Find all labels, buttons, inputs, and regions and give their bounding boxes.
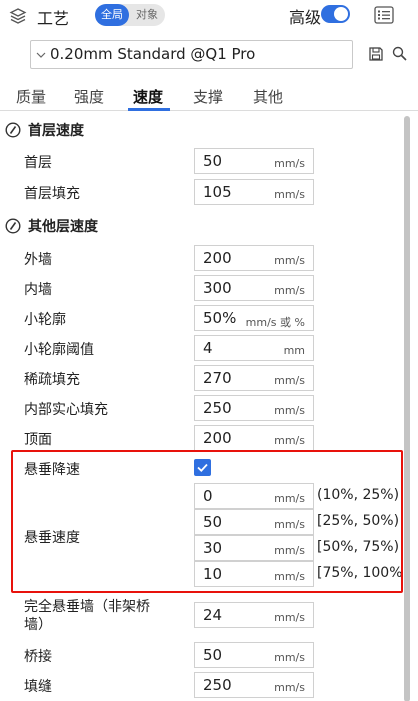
bridge-label: 桥接 <box>24 649 52 665</box>
toggle-knob <box>334 7 348 21</box>
field-unit: mm/s <box>274 404 305 417</box>
field-value: 50 <box>203 152 223 170</box>
field-value: 4 <box>203 339 213 357</box>
field-unit: mm/s <box>274 284 305 297</box>
advanced-label: 高级 <box>289 8 322 27</box>
chevron-down-icon <box>36 52 46 58</box>
gap-fill-speed-input[interactable]: 250 mm/s <box>194 672 314 698</box>
field-value: 300 <box>203 279 232 297</box>
tab-quality[interactable]: 质量 <box>16 86 46 107</box>
field-unit: mm/s <box>274 188 305 201</box>
layers-icon <box>9 8 27 24</box>
first-layer-label: 首层 <box>24 155 52 171</box>
field-unit: mm/s <box>274 651 305 664</box>
full-overhang-wall-speed-input[interactable]: 24 mm/s <box>194 602 314 628</box>
settings-tabs: 质量 强度 速度 支撑 其他 <box>0 80 418 111</box>
field-unit: mm/s <box>274 681 305 694</box>
full-overhang-wall-label: 完全悬垂墙（非架桥 墙） <box>24 598 150 634</box>
outer-wall-label: 外墙 <box>24 252 52 268</box>
sparse-infill-speed-input[interactable]: 270 mm/s <box>194 365 314 391</box>
field-unit: mm <box>283 344 305 357</box>
tab-strength[interactable]: 强度 <box>74 86 104 107</box>
tab-others[interactable]: 其他 <box>253 86 283 107</box>
search-icon[interactable] <box>392 46 407 61</box>
tab-speed[interactable]: 速度 <box>133 86 163 107</box>
panel-title: 工艺 <box>37 9 70 28</box>
field-unit: mm/s <box>274 254 305 267</box>
field-unit: mm/s <box>274 374 305 387</box>
speedometer-icon <box>5 122 21 138</box>
top-surface-label: 顶面 <box>24 432 52 448</box>
active-tab-indicator <box>128 108 170 111</box>
label-line-1: 完全悬垂墙（非架桥 <box>24 599 150 615</box>
internal-solid-infill-speed-input[interactable]: 250 mm/s <box>194 395 314 421</box>
advanced-toggle[interactable] <box>321 5 350 23</box>
scope-global-button[interactable]: 全局 <box>95 4 129 26</box>
internal-solid-infill-label: 内部实心填充 <box>24 402 108 418</box>
gap-fill-label: 填缝 <box>24 679 52 695</box>
field-value: 50 <box>203 646 223 664</box>
save-icon[interactable] <box>369 47 383 61</box>
first-layer-speed-input[interactable]: 50 mm/s <box>194 148 314 174</box>
field-value: 200 <box>203 429 232 447</box>
field-unit: mm/s <box>274 611 305 624</box>
field-unit: mm/s <box>274 434 305 447</box>
scope-object-button[interactable]: 对象 <box>132 4 162 26</box>
speedometer-icon <box>5 218 21 234</box>
scope-switch: 全局 对象 <box>95 4 165 26</box>
field-value: 250 <box>203 399 232 417</box>
bridge-speed-input[interactable]: 50 mm/s <box>194 642 314 668</box>
field-unit: mm/s <box>274 157 305 170</box>
first-layer-infill-label: 首层填充 <box>24 186 80 202</box>
preset-name: 0.20mm Standard @Q1 Pro <box>50 45 256 63</box>
field-unit: mm/s 或 % <box>245 316 305 329</box>
label-line-2: 墙） <box>24 617 52 633</box>
field-value: 50% <box>203 309 237 327</box>
small-perimeter-speed-input[interactable]: 50% mm/s 或 % <box>194 305 314 331</box>
highlight-box <box>11 450 403 593</box>
small-perimeter-label: 小轮廓 <box>24 312 66 328</box>
first-layer-infill-speed-input[interactable]: 105 mm/s <box>194 179 314 205</box>
inner-wall-label: 内墙 <box>24 282 52 298</box>
tab-support[interactable]: 支撑 <box>193 86 223 107</box>
preset-select[interactable]: 0.20mm Standard @Q1 Pro <box>30 40 353 69</box>
settings-list-icon[interactable] <box>374 6 394 24</box>
top-surface-speed-input[interactable]: 200 mm/s <box>194 425 314 451</box>
small-perimeter-threshold-input[interactable]: 4 mm <box>194 335 314 361</box>
section-title: 首层速度 <box>28 123 84 139</box>
field-value: 270 <box>203 369 232 387</box>
outer-wall-speed-input[interactable]: 200 mm/s <box>194 245 314 271</box>
small-perimeter-threshold-label: 小轮廓阈值 <box>24 342 94 358</box>
sparse-infill-label: 稀疏填充 <box>24 372 80 388</box>
field-value: 250 <box>203 676 232 694</box>
field-value: 24 <box>203 606 223 624</box>
section-title: 其他层速度 <box>28 219 98 235</box>
top-bar: 工艺 全局 对象 高级 <box>0 0 418 32</box>
scrollbar[interactable] <box>404 116 410 701</box>
field-value: 105 <box>203 183 232 201</box>
inner-wall-speed-input[interactable]: 300 mm/s <box>194 275 314 301</box>
field-value: 200 <box>203 249 232 267</box>
